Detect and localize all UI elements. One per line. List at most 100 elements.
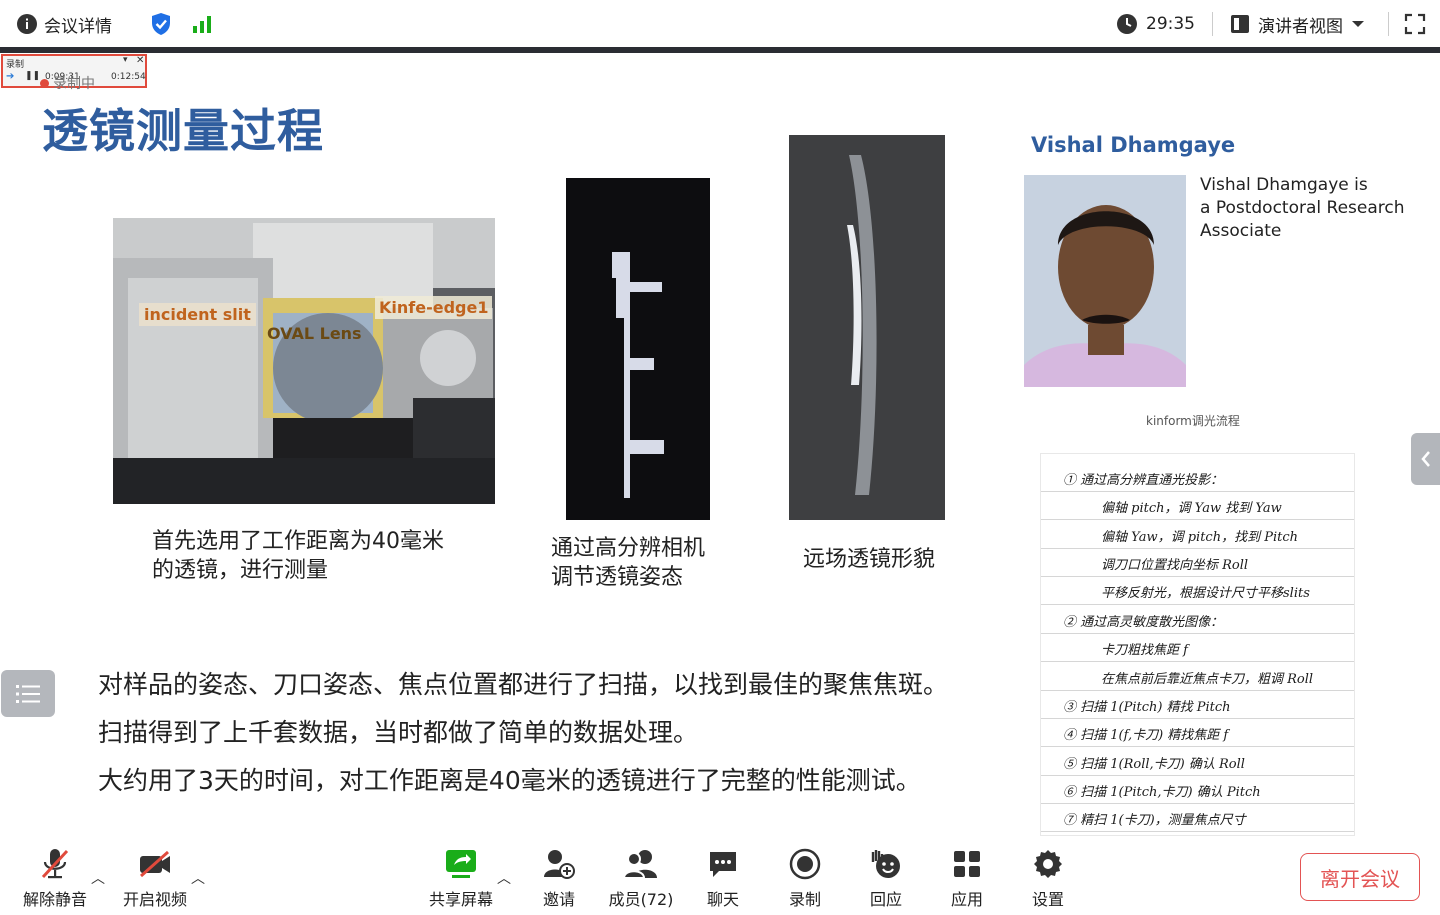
- lab-setup-image: [113, 218, 495, 504]
- side-panel-toggle[interactable]: [1411, 433, 1440, 485]
- unmute-label: 解除静音: [22, 890, 87, 909]
- note-line: 在焦点前后靠近焦点卡刀，粗调 Roll: [1041, 663, 1354, 691]
- chat-label: 聊天: [706, 890, 739, 909]
- profile-photo: [1024, 175, 1186, 387]
- note-line: ⑥ 扫描 1(Pitch,卡刀) 确认 Pitch: [1041, 776, 1354, 804]
- top-bar: 会议详情 29:35 演讲者视图: [0, 0, 1440, 48]
- camera-view-photo: [566, 178, 710, 520]
- share-options-caret-icon[interactable]: ︿: [497, 868, 511, 888]
- chat-icon: [710, 852, 736, 877]
- body-line-1: 对样品的姿态、刀口姿态、焦点位置都进行了扫描，以找到最佳的聚焦焦斑。: [98, 670, 949, 699]
- share-screen-button[interactable]: 共享屏幕: [421, 846, 501, 912]
- recorder-arrow-icon[interactable]: ➔: [6, 71, 14, 82]
- reaction-icon: [871, 850, 900, 878]
- note-text: 卡刀粗找焦距 f: [1101, 643, 1188, 658]
- clock-icon: [1117, 14, 1137, 34]
- photo1-caption: 首先选用了工作距离为40毫米 的透镜，进行测量: [152, 527, 444, 585]
- knife-edge-image: [566, 178, 710, 520]
- photo1-caption-line2: 的透镜，进行测量: [152, 558, 329, 583]
- note-text: 偏轴 Yaw，调 pitch，找到 Pitch: [1101, 530, 1298, 545]
- view-mode-dropdown[interactable]: 演讲者视图: [1230, 0, 1365, 48]
- recorder-pause-icon[interactable]: ❚❚: [25, 71, 40, 81]
- profile-desc-line2: a Postdoctoral Research: [1200, 198, 1405, 218]
- recorder-title: 录制: [6, 60, 25, 70]
- apps-button[interactable]: 应用: [927, 846, 1007, 912]
- meeting-info-button[interactable]: 会议详情: [16, 0, 112, 48]
- slide-title: 透镜测量过程: [42, 104, 324, 158]
- divider: [1388, 12, 1389, 36]
- start-video-button[interactable]: 开启视频: [115, 846, 195, 912]
- far-field-image: [789, 135, 945, 520]
- note-text: ⑥ 扫描 1(Pitch,卡刀) 确认 Pitch: [1063, 785, 1261, 800]
- add-user-icon: [544, 850, 575, 879]
- profile-description: Vishal Dhamgaye is a Postdoctoral Resear…: [1200, 174, 1405, 243]
- fullscreen-icon: [1404, 13, 1426, 35]
- note-text: ① 通过高分辨直通光投影：: [1063, 473, 1224, 488]
- label-oval-lens: OVAL Lens: [267, 324, 362, 343]
- recording-status-label: 录制中: [53, 76, 95, 92]
- recorder-close-icon[interactable]: ✕: [136, 55, 144, 66]
- meeting-toolbar: 解除静音 ︿ 开启视频 ︿ 共享屏幕 ︿ 邀请 成员(72) 聊天 录制 回应 …: [0, 840, 1440, 915]
- shield-check-icon: [152, 13, 170, 35]
- invite-label: 邀请: [542, 890, 575, 909]
- settings-button[interactable]: 设置: [1008, 846, 1088, 912]
- leave-meeting-button[interactable]: 离开会议: [1300, 853, 1420, 901]
- record-button[interactable]: 录制: [765, 846, 845, 912]
- reaction-button[interactable]: 回应: [846, 846, 926, 912]
- microphone-muted-icon: [41, 849, 69, 879]
- settings-label: 设置: [1031, 890, 1064, 909]
- person-portrait: [1024, 175, 1186, 387]
- chevron-down-icon: [1352, 21, 1364, 27]
- share-screen-icon: [446, 850, 476, 878]
- note-text: ⑤ 扫描 1(Roll,卡刀) 确认 Roll: [1063, 757, 1245, 772]
- fullscreen-button[interactable]: [1404, 0, 1426, 48]
- note-line: ③ 扫描 1(Pitch) 精找 Pitch: [1041, 691, 1354, 719]
- invite-button[interactable]: 邀请: [519, 846, 599, 912]
- note-text: ④ 扫描 1(f,卡刀) 精找焦距 f: [1063, 728, 1229, 743]
- profile-desc-line3: Associate: [1200, 221, 1282, 241]
- note-line: ④ 扫描 1(f,卡刀) 精找焦距 f: [1041, 719, 1354, 747]
- members-icon: [623, 850, 657, 879]
- note-line: 调刀口位置找向坐标 Roll: [1041, 549, 1354, 577]
- recorder-menu-icon[interactable]: ▾: [123, 55, 128, 65]
- timer-text: 29:35: [1146, 14, 1195, 34]
- unmute-button[interactable]: 解除静音: [15, 846, 95, 912]
- photo2-caption-line2: 调节透镜姿态: [551, 565, 684, 590]
- note-line: 偏轴 Yaw，调 pitch，找到 Pitch: [1041, 521, 1354, 549]
- meeting-info-label: 会议详情: [44, 16, 112, 37]
- note-line: ② 通过高灵敏度散光图像：: [1041, 606, 1354, 634]
- note-line: ⑤ 扫描 1(Roll,卡刀) 确认 Roll: [1041, 748, 1354, 776]
- photo3-caption: 远场透镜形貌: [803, 547, 936, 572]
- chat-button[interactable]: 聊天: [683, 846, 763, 912]
- signal-bars-icon: [193, 16, 211, 33]
- photo2-caption-line1: 通过高分辨相机: [551, 536, 706, 561]
- record-icon: [789, 848, 821, 880]
- network-signal[interactable]: [192, 0, 214, 48]
- video-options-caret-icon[interactable]: ︿: [191, 868, 205, 888]
- label-incident-slit: incident slit: [139, 303, 256, 326]
- handwritten-notes: ① 通过高分辨直通光投影： 偏轴 pitch，调 Yaw 找到 Yaw 偏轴 Yaw…: [1040, 453, 1355, 836]
- note-text: ⑦ 精扫 1(卡刀)，测量焦点尺寸: [1063, 813, 1246, 828]
- members-label: 成员(72): [608, 890, 674, 909]
- gear-icon: [1034, 850, 1062, 878]
- note-text: 偏轴 pitch，调 Yaw 找到 Yaw: [1101, 501, 1282, 516]
- audio-options-caret-icon[interactable]: ︿: [91, 868, 105, 888]
- photo1-caption-line1: 首先选用了工作距离为40毫米: [152, 529, 444, 554]
- photo2-caption: 通过高分辨相机 调节透镜姿态: [551, 534, 705, 592]
- note-text: 在焦点前后靠近焦点卡刀，粗调 Roll: [1101, 672, 1314, 687]
- note-text: 平移反射光，根据设计尺寸平移slits: [1101, 586, 1310, 601]
- chevron-left-icon: [1420, 451, 1430, 467]
- profile-desc-line1: Vishal Dhamgaye is: [1200, 175, 1368, 195]
- security-shield[interactable]: [150, 0, 172, 48]
- view-mode-label: 演讲者视图: [1258, 16, 1343, 37]
- notes-title: kinform调光流程: [1146, 414, 1240, 428]
- note-line: 平移反射光，根据设计尺寸平移slits: [1041, 577, 1354, 605]
- slide-list-button[interactable]: [1, 670, 55, 717]
- profile-name: Vishal Dhamgaye: [1031, 133, 1236, 157]
- start-video-label: 开启视频: [122, 890, 187, 909]
- label-knife-edge: Kinfe-edge1: [375, 296, 493, 319]
- recording-status: 录制中: [40, 73, 95, 93]
- apps-label: 应用: [950, 890, 983, 909]
- members-button[interactable]: 成员(72): [601, 846, 681, 912]
- video-off-icon: [140, 850, 170, 878]
